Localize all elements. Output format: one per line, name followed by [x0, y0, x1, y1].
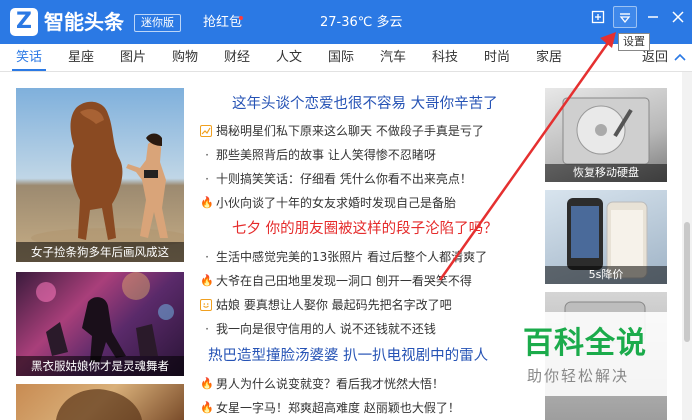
fire-icon: 🔥 — [200, 377, 214, 390]
fire-icon: 🔥 — [200, 196, 214, 209]
news-title: 揭秘明星们私下原来这么聊天 不做段子手真是亏了 — [216, 124, 484, 138]
settings-dropdown-icon — [619, 13, 631, 24]
title-bar: Z 智能头条 迷你版 抢红包 27-36℃ 多云 — [0, 0, 692, 44]
tab-fashion[interactable]: 时尚 — [484, 50, 510, 66]
settings-button[interactable] — [613, 6, 637, 28]
hongbao-link[interactable]: 抢红包 — [203, 14, 242, 32]
news-image-party[interactable]: 黑衣服姑娘你才是灵魂舞者 — [16, 272, 184, 376]
close-icon — [672, 11, 684, 23]
settings-tooltip: 设置 — [618, 33, 650, 51]
app-logo-icon: Z — [10, 8, 38, 36]
image-caption: 女子捡条狗多年后画风成这 — [16, 242, 184, 262]
news-title: 十则搞笑笑话：仔细看 凭什么你看不出来亮点！ — [216, 172, 472, 186]
tab-home[interactable]: 家居 — [536, 50, 562, 66]
news-title: 生活中感觉完美的13张照片 看过后整个人都清爽了 — [216, 250, 488, 264]
minimize-button[interactable] — [641, 6, 665, 28]
fire-icon: 🔥 — [200, 274, 214, 287]
tab-horoscope[interactable]: 星座 — [68, 50, 94, 66]
news-item[interactable]: 🔥 女星一字马！郑爽超高难度 赵丽颖也大假了！ — [200, 399, 460, 417]
dog-photo — [31, 101, 184, 248]
dot-icon: · — [205, 322, 209, 336]
news-title: 男人为什么说变就变？看后我才恍然大悟！ — [216, 377, 445, 391]
chart-icon — [200, 125, 212, 137]
tab-pictures[interactable]: 图片 — [120, 50, 146, 66]
chevron-up-icon[interactable] — [674, 52, 686, 62]
ad-image-phone[interactable]: 5s降价 — [545, 190, 667, 284]
restore-button[interactable] — [586, 6, 610, 28]
ad-caption: 恢复移动硬盘 — [545, 164, 667, 182]
watermark: 百科全说 助你轻松解决 — [505, 312, 671, 396]
ad-image-hard-drive[interactable]: 恢复移动硬盘 — [545, 88, 667, 182]
mini-version-badge[interactable]: 迷你版 — [134, 14, 181, 32]
ad-caption: 5s降价 — [545, 266, 667, 284]
news-item[interactable]: 🔥 小伙向谈了十年的女友求婚时发现自己是备胎 — [200, 194, 456, 212]
category-nav: 笑话 星座 图片 购物 财经 人文 国际 汽车 科技 时尚 家居 返回 — [0, 44, 692, 72]
dot-icon: · — [205, 148, 209, 162]
tab-auto[interactable]: 汽车 — [380, 50, 406, 66]
fire-icon: 🔥 — [200, 401, 214, 414]
watermark-subtitle: 助你轻松解决 — [527, 367, 630, 385]
news-title: 我一向是很守信用的人 说不还钱就不还钱 — [216, 322, 436, 336]
close-button[interactable] — [666, 6, 690, 28]
news-image-third[interactable] — [16, 384, 184, 420]
notification-dot — [239, 16, 243, 20]
dot-icon: · — [205, 250, 209, 264]
news-title: 那些美照背后的故事 让人笑得惨不忍睹呀 — [216, 148, 436, 162]
tab-shopping[interactable]: 购物 — [172, 50, 198, 66]
back-button[interactable]: 返回 — [642, 50, 668, 66]
scrollbar[interactable] — [682, 72, 692, 420]
news-title: 姑娘 要真想让人娶你 最起码先把名字改了吧 — [216, 298, 452, 312]
headline-1[interactable]: 这年头谈个恋爱也很不容易 大哥你辛苦了 — [232, 94, 498, 114]
weather-info[interactable]: 27-36℃ 多云 — [320, 14, 403, 32]
headline-3[interactable]: 热巴造型撞脸汤婆婆 扒一扒电视剧中的雷人 — [208, 346, 488, 366]
news-item[interactable]: · 十则搞笑笑话：仔细看 凭什么你看不出来亮点！ — [200, 170, 472, 188]
news-title: 小伙向谈了十年的女友求婚时发现自己是备胎 — [216, 196, 457, 210]
news-title: 女星一字马！郑爽超高难度 赵丽颖也大假了！ — [216, 401, 460, 415]
scrollbar-thumb[interactable] — [684, 222, 690, 342]
news-item[interactable]: 揭秘明星们私下原来这么聊天 不做段子手真是亏了 — [200, 122, 484, 140]
news-image-dog[interactable]: 女子捡条狗多年后画风成这 — [16, 88, 184, 262]
restore-icon — [591, 10, 605, 24]
news-item[interactable]: 🔥 男人为什么说变就变？看后我才恍然大悟！ — [200, 375, 444, 393]
news-item[interactable]: · 生活中感觉完美的13张照片 看过后整个人都清爽了 — [200, 248, 487, 266]
dot-icon: · — [205, 172, 209, 186]
tab-international[interactable]: 国际 — [328, 50, 354, 66]
tab-culture[interactable]: 人文 — [276, 50, 302, 66]
minimize-icon — [648, 16, 658, 18]
headline-2[interactable]: 七夕 你的朋友圈被这样的段子沦陷了吗？ — [232, 219, 498, 239]
app-title: 智能头条 — [44, 10, 124, 34]
news-item[interactable]: 姑娘 要真想让人娶你 最起码先把名字改了吧 — [200, 296, 452, 314]
active-tab-indicator — [12, 69, 46, 71]
news-item[interactable]: · 我一向是很守信用的人 说不还钱就不还钱 — [200, 320, 436, 338]
tab-finance[interactable]: 财经 — [224, 50, 250, 66]
image-caption: 黑衣服姑娘你才是灵魂舞者 — [16, 356, 184, 376]
news-item[interactable]: · 那些美照背后的故事 让人笑得惨不忍睹呀 — [200, 146, 436, 164]
smile-icon — [200, 299, 212, 311]
watermark-title: 百科全说 — [523, 326, 647, 361]
tab-jokes[interactable]: 笑话 — [16, 50, 42, 66]
tab-tech[interactable]: 科技 — [432, 50, 458, 66]
news-title: 大爷在自己田地里发现一洞口 刨开一看哭笑不得 — [216, 274, 472, 288]
cropped-photo — [56, 389, 142, 420]
news-item[interactable]: 🔥 大爷在自己田地里发现一洞口 刨开一看哭笑不得 — [200, 272, 472, 290]
